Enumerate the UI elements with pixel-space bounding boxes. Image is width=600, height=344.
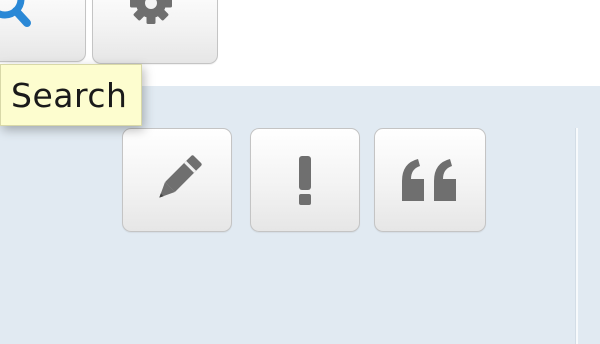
alert-button[interactable] [250, 128, 360, 232]
quote-button[interactable] [374, 128, 486, 232]
search-icon [0, 0, 57, 43]
quote-icon [398, 155, 462, 205]
search-tooltip: Search [0, 64, 143, 126]
panel-divider [575, 128, 578, 344]
exclamation-icon [290, 150, 320, 210]
pencil-icon [147, 150, 207, 210]
search-button[interactable] [0, 0, 86, 62]
screen: Search [0, 0, 600, 344]
edit-button[interactable] [122, 128, 232, 232]
settings-button[interactable] [92, 0, 218, 64]
tooltip-text: Search [11, 75, 128, 115]
gear-icon [126, 0, 176, 25]
